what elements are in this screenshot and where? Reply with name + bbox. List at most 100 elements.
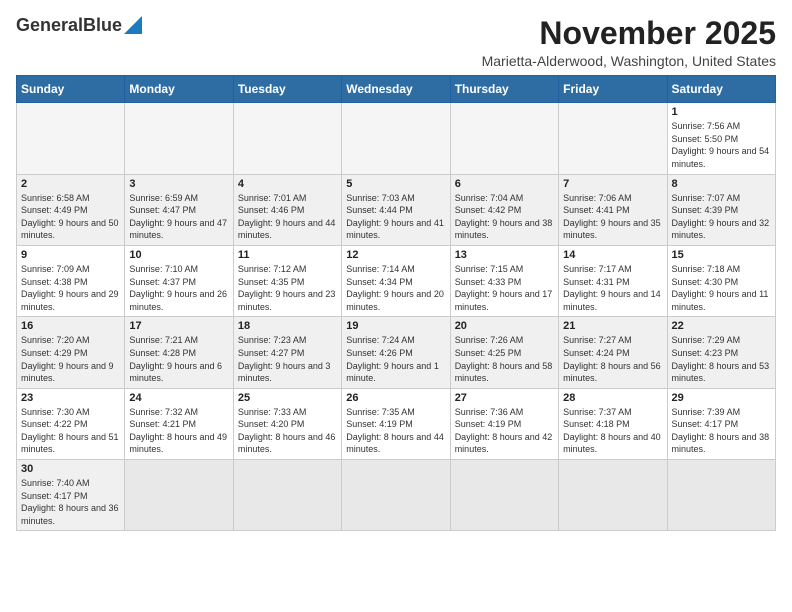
calendar-day-cell (233, 103, 341, 174)
day-info: Sunrise: 7:09 AM Sunset: 4:38 PM Dayligh… (21, 263, 120, 313)
day-number: 25 (238, 392, 337, 404)
calendar-day-cell: 1Sunrise: 7:56 AM Sunset: 5:50 PM Daylig… (667, 103, 775, 174)
calendar-day-cell: 4 Sunrise: 7:01 AM Sunset: 4:46 PM Daylig… (233, 174, 341, 245)
day-info: Sunrise: 7:26 AM Sunset: 4:25 PM Dayligh… (455, 334, 554, 384)
calendar-day-cell (667, 460, 775, 531)
calendar-day-cell (450, 103, 558, 174)
day-info: Sunrise: 7:39 AM Sunset: 4:17 PM Dayligh… (672, 406, 771, 456)
day-info: Sunrise: 7:56 AM Sunset: 5:50 PM Dayligh… (672, 120, 771, 170)
day-number: 13 (455, 249, 554, 261)
calendar-day-cell: 30Sunrise: 7:40 AM Sunset: 4:17 PM Dayli… (17, 460, 125, 531)
day-number: 14 (563, 249, 662, 261)
calendar-week-row: 30Sunrise: 7:40 AM Sunset: 4:17 PM Dayli… (17, 460, 776, 531)
day-info: Sunrise: 7:29 AM Sunset: 4:23 PM Dayligh… (672, 334, 771, 384)
day-number: 4 (238, 178, 337, 190)
day-info: Sunrise: 7:35 AM Sunset: 4:19 PM Dayligh… (346, 406, 445, 456)
logo-blue-text: Blue (83, 16, 122, 34)
header: General Blue November 2025 Marietta-Alde… (16, 16, 776, 69)
day-info: Sunrise: 7:30 AM Sunset: 4:22 PM Dayligh… (21, 406, 120, 456)
day-info: Sunrise: 7:33 AM Sunset: 4:20 PM Dayligh… (238, 406, 337, 456)
day-info: Sunrise: 7:23 AM Sunset: 4:27 PM Dayligh… (238, 334, 337, 384)
day-info: Sunrise: 7:32 AM Sunset: 4:21 PM Dayligh… (129, 406, 228, 456)
calendar-day-cell (559, 103, 667, 174)
day-number: 3 (129, 178, 228, 190)
calendar-header-row: Sunday Monday Tuesday Wednesday Thursday… (17, 76, 776, 103)
calendar-week-row: 2 Sunrise: 6:58 AM Sunset: 4:49 PM Daylig… (17, 174, 776, 245)
day-number: 5 (346, 178, 445, 190)
day-info: Sunrise: 7:12 AM Sunset: 4:35 PM Dayligh… (238, 263, 337, 313)
logo-row: General Blue (16, 16, 142, 34)
day-info: Sunrise: 7:07 AM Sunset: 4:39 PM Dayligh… (672, 192, 771, 242)
day-number: 28 (563, 392, 662, 404)
day-number: 16 (21, 320, 120, 332)
day-info: Sunrise: 6:59 AM Sunset: 4:47 PM Dayligh… (129, 192, 228, 242)
day-number: 12 (346, 249, 445, 261)
calendar-day-cell: 11 Sunrise: 7:12 AM Sunset: 4:35 PM Dayli… (233, 245, 341, 316)
day-number: 8 (672, 178, 771, 190)
calendar-day-cell: 19 Sunrise: 7:24 AM Sunset: 4:26 PM Dayli… (342, 317, 450, 388)
calendar-day-cell: 20 Sunrise: 7:26 AM Sunset: 4:25 PM Dayli… (450, 317, 558, 388)
day-number: 18 (238, 320, 337, 332)
col-saturday: Saturday (667, 76, 775, 103)
day-info: Sunrise: 7:18 AM Sunset: 4:30 PM Dayligh… (672, 263, 771, 313)
logo-general-text: General (16, 16, 83, 34)
calendar-day-cell: 12Sunrise: 7:14 AM Sunset: 4:34 PM Dayli… (342, 245, 450, 316)
day-info: Sunrise: 7:40 AM Sunset: 4:17 PM Dayligh… (21, 477, 120, 527)
calendar-week-row: 9 Sunrise: 7:09 AM Sunset: 4:38 PM Daylig… (17, 245, 776, 316)
calendar-day-cell (17, 103, 125, 174)
calendar-day-cell: 21 Sunrise: 7:27 AM Sunset: 4:24 PM Dayli… (559, 317, 667, 388)
day-number: 19 (346, 320, 445, 332)
col-monday: Monday (125, 76, 233, 103)
col-thursday: Thursday (450, 76, 558, 103)
calendar-day-cell: 23Sunrise: 7:30 AM Sunset: 4:22 PM Dayli… (17, 388, 125, 459)
calendar-day-cell: 6 Sunrise: 7:04 AM Sunset: 4:42 PM Daylig… (450, 174, 558, 245)
day-number: 6 (455, 178, 554, 190)
calendar-day-cell (125, 460, 233, 531)
calendar-day-cell: 7 Sunrise: 7:06 AM Sunset: 4:41 PM Daylig… (559, 174, 667, 245)
day-number: 29 (672, 392, 771, 404)
day-info: Sunrise: 7:06 AM Sunset: 4:41 PM Dayligh… (563, 192, 662, 242)
day-number: 7 (563, 178, 662, 190)
day-number: 15 (672, 249, 771, 261)
day-info: Sunrise: 7:24 AM Sunset: 4:26 PM Dayligh… (346, 334, 445, 384)
col-sunday: Sunday (17, 76, 125, 103)
calendar-day-cell: 28Sunrise: 7:37 AM Sunset: 4:18 PM Dayli… (559, 388, 667, 459)
day-info: Sunrise: 7:10 AM Sunset: 4:37 PM Dayligh… (129, 263, 228, 313)
calendar-day-cell: 14 Sunrise: 7:17 AM Sunset: 4:31 PM Dayli… (559, 245, 667, 316)
day-info: Sunrise: 6:58 AM Sunset: 4:49 PM Dayligh… (21, 192, 120, 242)
calendar-day-cell (342, 460, 450, 531)
subtitle: Marietta-Alderwood, Washington, United S… (482, 53, 776, 69)
calendar-day-cell: 26Sunrise: 7:35 AM Sunset: 4:19 PM Dayli… (342, 388, 450, 459)
logo-area: General Blue (16, 16, 142, 34)
col-friday: Friday (559, 76, 667, 103)
col-wednesday: Wednesday (342, 76, 450, 103)
calendar-day-cell: 16 Sunrise: 7:20 AM Sunset: 4:29 PM Dayli… (17, 317, 125, 388)
day-info: Sunrise: 7:04 AM Sunset: 4:42 PM Dayligh… (455, 192, 554, 242)
day-info: Sunrise: 7:15 AM Sunset: 4:33 PM Dayligh… (455, 263, 554, 313)
day-number: 10 (129, 249, 228, 261)
calendar-week-row: 1Sunrise: 7:56 AM Sunset: 5:50 PM Daylig… (17, 103, 776, 174)
day-number: 21 (563, 320, 662, 332)
calendar-day-cell: 2 Sunrise: 6:58 AM Sunset: 4:49 PM Daylig… (17, 174, 125, 245)
day-info: Sunrise: 7:20 AM Sunset: 4:29 PM Dayligh… (21, 334, 120, 384)
day-info: Sunrise: 7:36 AM Sunset: 4:19 PM Dayligh… (455, 406, 554, 456)
calendar-day-cell: 25 Sunrise: 7:33 AM Sunset: 4:20 PM Dayli… (233, 388, 341, 459)
col-tuesday: Tuesday (233, 76, 341, 103)
day-info: Sunrise: 7:17 AM Sunset: 4:31 PM Dayligh… (563, 263, 662, 313)
day-info: Sunrise: 7:27 AM Sunset: 4:24 PM Dayligh… (563, 334, 662, 384)
day-number: 20 (455, 320, 554, 332)
calendar-day-cell: 9 Sunrise: 7:09 AM Sunset: 4:38 PM Daylig… (17, 245, 125, 316)
title-area: November 2025 Marietta-Alderwood, Washin… (482, 16, 776, 69)
day-number: 2 (21, 178, 120, 190)
day-number: 9 (21, 249, 120, 261)
main-title: November 2025 (482, 16, 776, 51)
day-number: 17 (129, 320, 228, 332)
calendar-day-cell: 15 Sunrise: 7:18 AM Sunset: 4:30 PM Dayli… (667, 245, 775, 316)
day-number: 11 (238, 249, 337, 261)
day-info: Sunrise: 7:01 AM Sunset: 4:46 PM Dayligh… (238, 192, 337, 242)
calendar-day-cell: 8 Sunrise: 7:07 AM Sunset: 4:39 PM Daylig… (667, 174, 775, 245)
calendar-week-row: 23Sunrise: 7:30 AM Sunset: 4:22 PM Dayli… (17, 388, 776, 459)
calendar-day-cell (342, 103, 450, 174)
calendar-day-cell: 10 Sunrise: 7:10 AM Sunset: 4:37 PM Dayli… (125, 245, 233, 316)
day-info: Sunrise: 7:03 AM Sunset: 4:44 PM Dayligh… (346, 192, 445, 242)
